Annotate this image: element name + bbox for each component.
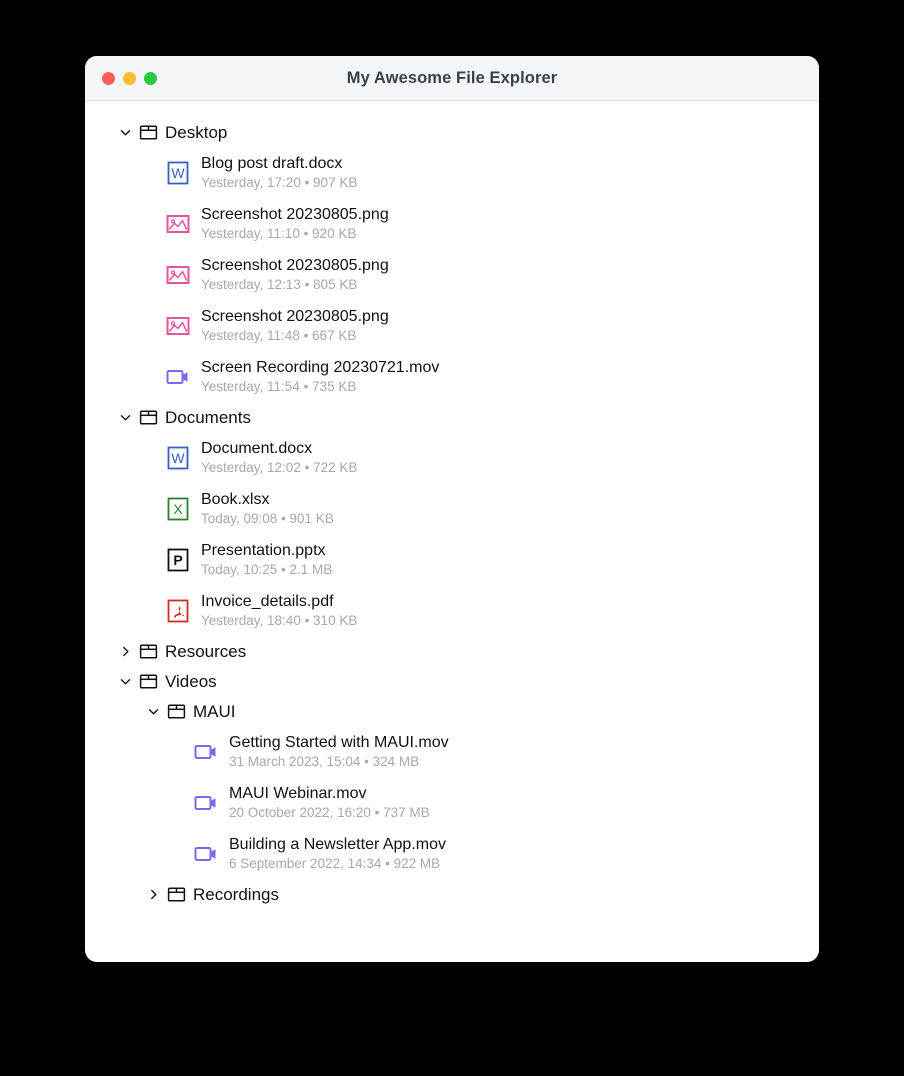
file-meta: Yesterday, 12:02 • 722 KB xyxy=(201,459,358,475)
file-meta: Yesterday, 11:10 • 920 KB xyxy=(201,225,357,241)
file-name: Screenshot 20230805.png xyxy=(201,307,389,325)
folder-row[interactable]: MAUI xyxy=(85,696,819,726)
video-file-icon xyxy=(165,364,191,390)
window-titlebar: My Awesome File Explorer xyxy=(85,56,819,101)
chevron-right-icon[interactable] xyxy=(119,645,132,658)
word-file-icon: W xyxy=(165,445,191,471)
video-file-icon xyxy=(193,790,219,816)
file-row[interactable]: Invoice_details.pdf Yesterday, 18:40 • 31… xyxy=(85,585,819,636)
file-text-block: Screenshot 20230805.png Yesterday, 11:10 … xyxy=(201,206,389,242)
file-row[interactable]: Building a Newsletter App.mov 6 September… xyxy=(85,828,819,879)
folder-row[interactable]: Desktop xyxy=(85,117,819,147)
file-text-block: Screenshot 20230805.png Yesterday, 11:48 … xyxy=(201,308,389,344)
svg-text:W: W xyxy=(171,165,185,181)
folder-icon xyxy=(167,885,186,904)
traffic-light-group xyxy=(85,71,157,85)
file-name: Getting Started with MAUI.mov xyxy=(229,733,449,751)
file-text-block: Building a Newsletter App.mov 6 September… xyxy=(229,836,446,872)
file-meta: Yesterday, 11:48 • 667 KB xyxy=(201,327,357,343)
file-meta: Today, 09:08 • 901 KB xyxy=(201,510,334,526)
file-text-block: Book.xlsx Today, 09:08 • 901 KB xyxy=(201,491,334,527)
folder-row[interactable]: Recordings xyxy=(85,879,819,909)
file-name: Blog post draft.docx xyxy=(201,154,343,172)
file-row[interactable]: W Document.docx Yesterday, 12:02 • 722 KB xyxy=(85,432,819,483)
folder-name: Resources xyxy=(165,641,247,661)
svg-text:X: X xyxy=(173,501,183,517)
file-text-block: Screen Recording 20230721.mov Yesterday, … xyxy=(201,359,439,395)
svg-text:W: W xyxy=(171,450,185,466)
file-meta: Yesterday, 11:54 • 735 KB xyxy=(201,378,357,394)
folder-icon xyxy=(167,702,186,721)
file-row[interactable]: Screenshot 20230805.png Yesterday, 12:13 … xyxy=(85,249,819,300)
chevron-down-icon[interactable] xyxy=(119,126,132,139)
file-row[interactable]: X Book.xlsx Today, 09:08 • 901 KB xyxy=(85,483,819,534)
file-name: Screen Recording 20230721.mov xyxy=(201,358,440,376)
file-name: Screenshot 20230805.png xyxy=(201,256,389,274)
file-meta: Yesterday, 18:40 • 310 KB xyxy=(201,612,358,628)
pdf-file-icon xyxy=(165,598,191,624)
file-row[interactable]: Screenshot 20230805.png Yesterday, 11:10 … xyxy=(85,198,819,249)
file-row[interactable]: Getting Started with MAUI.mov 31 March 20… xyxy=(85,726,819,777)
close-window-button[interactable] xyxy=(102,71,115,85)
chevron-down-icon[interactable] xyxy=(119,675,132,688)
folder-row[interactable]: Videos xyxy=(85,666,819,696)
folder-icon xyxy=(139,672,158,691)
image-file-icon xyxy=(165,262,191,288)
chevron-down-icon[interactable] xyxy=(147,705,160,718)
folder-name: Videos xyxy=(165,671,217,691)
word-file-icon: W xyxy=(165,160,191,186)
file-row[interactable]: W Blog post draft.docx Yesterday, 17:20 • … xyxy=(85,147,819,198)
video-file-icon xyxy=(193,739,219,765)
file-name: MAUI Webinar.mov xyxy=(229,784,367,802)
file-text-block: Blog post draft.docx Yesterday, 17:20 • 9… xyxy=(201,155,357,191)
file-text-block: Document.docx Yesterday, 12:02 • 722 KB xyxy=(201,440,357,476)
file-name: Book.xlsx xyxy=(201,490,270,508)
folder-name: Desktop xyxy=(165,122,228,142)
folder-icon xyxy=(139,123,158,142)
file-meta: Yesterday, 12:13 • 805 KB xyxy=(201,276,358,292)
file-explorer-window: My Awesome File Explorer Desktop W Blog po… xyxy=(85,56,819,962)
file-meta: Yesterday, 17:20 • 907 KB xyxy=(201,174,358,190)
folder-name: Documents xyxy=(165,407,251,427)
file-name: Document.docx xyxy=(201,439,313,457)
file-meta: Today, 10:25 • 2.1 MB xyxy=(201,561,333,577)
file-row[interactable]: Screenshot 20230805.png Yesterday, 11:48 … xyxy=(85,300,819,351)
powerpoint-file-icon: P xyxy=(165,547,191,573)
image-file-icon xyxy=(165,313,191,339)
folder-name: MAUI xyxy=(193,701,236,721)
video-file-icon xyxy=(193,841,219,867)
svg-text:P: P xyxy=(173,552,182,568)
file-row[interactable]: MAUI Webinar.mov 20 October 2022, 16:20 •… xyxy=(85,777,819,828)
file-name: Presentation.pptx xyxy=(201,541,326,559)
file-row[interactable]: Screen Recording 20230721.mov Yesterday, … xyxy=(85,351,819,402)
chevron-right-icon[interactable] xyxy=(147,888,160,901)
file-meta: 20 October 2022, 16:20 • 737 MB xyxy=(229,804,430,820)
image-file-icon xyxy=(165,211,191,237)
file-tree: Desktop W Blog post draft.docx Yesterday, 1… xyxy=(85,101,819,962)
file-name: Building a Newsletter App.mov xyxy=(229,835,446,853)
file-row[interactable]: P Presentation.pptx Today, 10:25 • 2.1 MB xyxy=(85,534,819,585)
file-name: Invoice_details.pdf xyxy=(201,592,334,610)
file-text-block: Screenshot 20230805.png Yesterday, 12:13 … xyxy=(201,257,389,293)
chevron-down-icon[interactable] xyxy=(119,411,132,424)
folder-icon xyxy=(139,642,158,661)
folder-icon xyxy=(139,408,158,427)
excel-file-icon: X xyxy=(165,496,191,522)
folder-name: Recordings xyxy=(193,884,279,904)
file-text-block: MAUI Webinar.mov 20 October 2022, 16:20 •… xyxy=(229,785,430,821)
file-text-block: Getting Started with MAUI.mov 31 March 20… xyxy=(229,734,449,770)
file-text-block: Presentation.pptx Today, 10:25 • 2.1 MB xyxy=(201,542,332,578)
folder-row[interactable]: Resources xyxy=(85,636,819,666)
window-title: My Awesome File Explorer xyxy=(346,68,558,87)
file-meta: 31 March 2023, 15:04 • 324 MB xyxy=(229,753,420,769)
file-meta: 6 September 2022, 14:34 • 922 MB xyxy=(229,855,441,871)
file-text-block: Invoice_details.pdf Yesterday, 18:40 • 31… xyxy=(201,593,357,629)
folder-row[interactable]: Documents xyxy=(85,402,819,432)
minimize-window-button[interactable] xyxy=(123,71,136,85)
maximize-window-button[interactable] xyxy=(144,71,157,85)
file-name: Screenshot 20230805.png xyxy=(201,205,389,223)
